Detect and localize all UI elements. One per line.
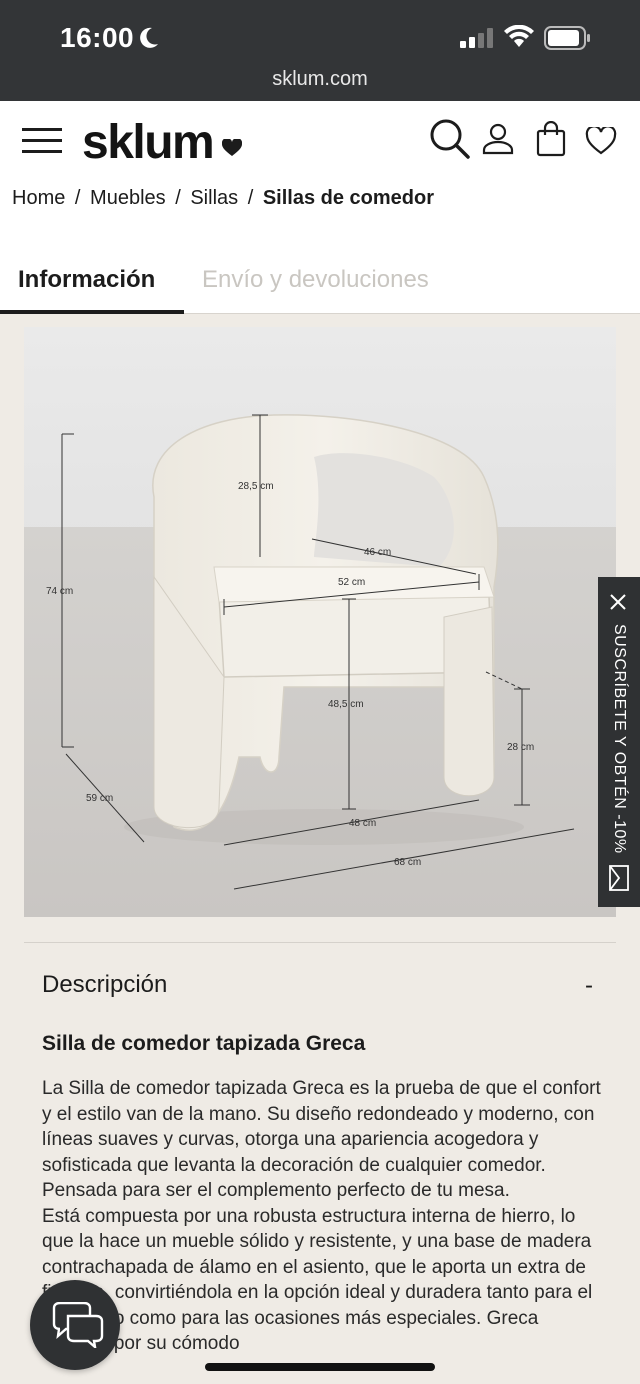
active-tab-indicator	[0, 310, 184, 314]
tab-informacion[interactable]: Información	[18, 266, 155, 294]
chat-bubbles-icon	[52, 1302, 104, 1348]
moon-icon	[140, 27, 158, 48]
browser-url[interactable]: sklum.com	[0, 68, 640, 91]
dimension-label: 46 cm	[364, 547, 391, 558]
logo-heart-icon	[222, 139, 242, 156]
dimension-label: 48,5 cm	[328, 699, 364, 710]
product-title: Silla de comedor tapizada Greca	[42, 1032, 366, 1055]
breadcrumb-current: Sillas de comedor	[262, 187, 434, 209]
signal-icon	[460, 28, 493, 48]
description-section-title[interactable]: Descripción	[42, 971, 167, 999]
section-divider	[24, 942, 616, 943]
breadcrumb-sillas[interactable]: Sillas	[190, 187, 238, 209]
site-header: sklum Home / Muebles / Sillas / Sillas d…	[0, 101, 640, 246]
product-tabs: Información Envío y devoluciones	[0, 246, 640, 314]
dimension-label: 74 cm	[46, 586, 73, 597]
breadcrumb-separator: /	[175, 187, 181, 209]
product-image[interactable]: 28,5 cm 46 cm 52 cm 74 cm 48,5 cm 28 cm …	[24, 327, 616, 917]
tab-envio-devoluciones[interactable]: Envío y devoluciones	[202, 266, 429, 294]
mail-icon	[609, 865, 629, 891]
dimension-label: 68 cm	[394, 857, 421, 868]
dimension-label: 28 cm	[507, 742, 534, 753]
collapse-toggle[interactable]: -	[585, 972, 593, 1000]
dimension-label: 48 cm	[349, 818, 376, 829]
breadcrumb: Home / Muebles / Sillas / Sillas de come…	[12, 187, 434, 210]
breadcrumb-separator: /	[74, 187, 81, 209]
description-body: La Silla de comedor tapizada Greca es la…	[42, 1076, 602, 1357]
status-time: 16:00	[60, 22, 135, 53]
home-indicator	[205, 1363, 435, 1371]
breadcrumb-muebles[interactable]: Muebles	[90, 187, 166, 209]
battery-icon	[544, 26, 590, 50]
dimension-label: 52 cm	[338, 577, 365, 588]
description-paragraph: La Silla de comedor tapizada Greca es la…	[42, 1078, 601, 1201]
wifi-icon	[504, 25, 534, 47]
browser-status-bar: 16:00 sklum.com	[0, 0, 640, 101]
subscribe-side-banner[interactable]: SUSCRÍBETE Y OBTÉN -10%	[598, 577, 640, 907]
dimension-label: 28,5 cm	[238, 481, 274, 492]
subscribe-label[interactable]: SUSCRÍBETE Y OBTÉN -10%	[606, 624, 632, 854]
close-icon[interactable]	[608, 592, 628, 612]
heart-icon[interactable]	[585, 127, 617, 155]
breadcrumb-separator: /	[247, 187, 254, 209]
chat-button[interactable]	[30, 1280, 120, 1370]
menu-icon[interactable]	[22, 126, 62, 156]
breadcrumb-home[interactable]: Home	[12, 187, 65, 209]
description-paragraph: Está compuesta por una robusta estructur…	[42, 1205, 593, 1355]
sklum-logo[interactable]: sklum	[82, 115, 215, 170]
cart-icon[interactable]	[536, 121, 566, 157]
dimension-label: 59 cm	[86, 793, 113, 804]
chair-dimensions-illustration: 28,5 cm 46 cm 52 cm 74 cm 48,5 cm 28 cm …	[24, 327, 616, 917]
search-icon[interactable]	[428, 117, 472, 161]
user-icon[interactable]	[482, 123, 514, 155]
